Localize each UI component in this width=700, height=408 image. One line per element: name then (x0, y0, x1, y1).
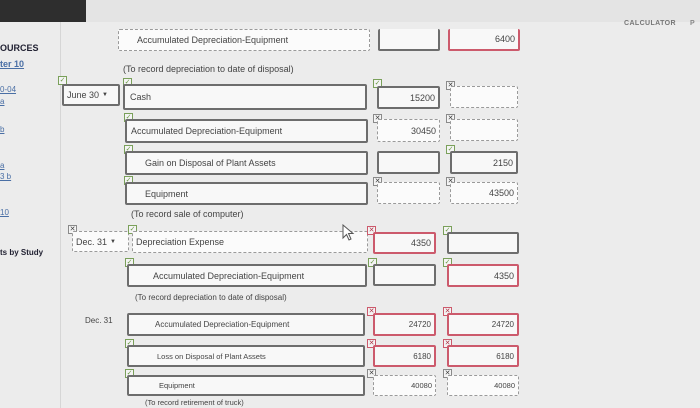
debit-field-gain[interactable] (377, 151, 440, 174)
credit-field-equipment2[interactable]: 40080 (447, 375, 519, 396)
chevron-down-icon: ▼ (110, 238, 116, 245)
credit-field-equipment1[interactable]: 43500 (450, 182, 518, 204)
sidebar-link-6[interactable]: 10 (0, 208, 9, 217)
account-field-equipment1[interactable]: Equipment (125, 182, 368, 205)
account-field-loss[interactable]: Loss on Disposal of Plant Assets (127, 345, 365, 367)
account-field-depexp[interactable]: Depreciation Expense (132, 231, 368, 253)
date-label-dec31: Dec. 31 (85, 316, 113, 325)
explanation-3: (To record depreciation to date of dispo… (135, 293, 287, 302)
print-link-cut[interactable]: P (690, 20, 695, 27)
account-field-accdep1[interactable]: Accumulated Depreciation-Equipment (125, 119, 368, 143)
sidebar-link-2[interactable]: a (0, 97, 4, 106)
date-value: June 30 (67, 90, 100, 100)
credit-field-top[interactable]: 6400 (448, 29, 520, 51)
explanation-2: (To record sale of computer) (131, 209, 244, 219)
sidebar-link-3[interactable]: b (0, 125, 4, 134)
date-select-dec31[interactable]: Dec. 31 ▼ (72, 231, 129, 252)
debit-field-cash[interactable]: 15200 (377, 86, 440, 109)
account-field-gain[interactable]: Gain on Disposal of Plant Assets (125, 151, 368, 175)
explanation-1: (To record depreciation to date of dispo… (123, 64, 294, 74)
debit-field-equipment2[interactable]: 40080 (373, 375, 436, 396)
explanation-4: (To record retirement of truck) (145, 398, 244, 407)
date-select-june30[interactable]: June 30 ▼ (62, 84, 120, 106)
chevron-down-icon: ▼ (102, 92, 108, 98)
account-field-cash[interactable]: Cash (123, 84, 367, 110)
credit-field-loss[interactable]: 6180 (447, 345, 519, 367)
debit-field-equipment1[interactable] (377, 182, 440, 204)
account-field-equipment2[interactable]: Equipment (127, 375, 365, 396)
credit-field-gain[interactable]: 2150 (450, 151, 518, 174)
debit-field-top[interactable] (378, 29, 440, 51)
credit-field-cash[interactable] (450, 86, 518, 108)
account-field-accdep2[interactable]: Accumulated Depreciation-Equipment (127, 264, 367, 287)
mouse-cursor-icon (342, 224, 355, 241)
solutions-by-study-link[interactable]: ts by Study (0, 248, 43, 257)
account-field-top[interactable]: Accumulated Depreciation-Equipment (118, 29, 370, 51)
top-bar (0, 0, 700, 22)
sidebar-link-4[interactable]: a (0, 161, 4, 170)
resources-sidebar: OURCES ter 10 0-04 a b a 3 b 10 ts by St… (0, 22, 60, 408)
debit-field-accdep1[interactable]: 30450 (377, 119, 440, 142)
credit-field-depexp[interactable] (447, 232, 519, 254)
debit-field-accdep2[interactable] (373, 264, 436, 286)
top-bar-dark-area (0, 0, 86, 22)
credit-field-accdep3[interactable]: 24720 (447, 313, 519, 336)
resources-heading: OURCES (0, 43, 39, 53)
credit-field-accdep2[interactable]: 4350 (447, 264, 519, 287)
chapter-link[interactable]: ter 10 (0, 59, 24, 69)
debit-field-loss[interactable]: 6180 (373, 345, 436, 367)
date-value: Dec. 31 (76, 236, 108, 247)
calculator-link[interactable]: CALCULATOR (624, 20, 676, 27)
sidebar-link-5[interactable]: 3 b (0, 172, 11, 181)
debit-field-depexp[interactable]: 4350 (373, 232, 436, 254)
sidebar-link-1[interactable]: 0-04 (0, 85, 16, 94)
account-field-accdep3[interactable]: Accumulated Depreciation-Equipment (127, 313, 365, 336)
debit-field-accdep3[interactable]: 24720 (373, 313, 436, 336)
credit-field-accdep1[interactable] (450, 119, 518, 141)
